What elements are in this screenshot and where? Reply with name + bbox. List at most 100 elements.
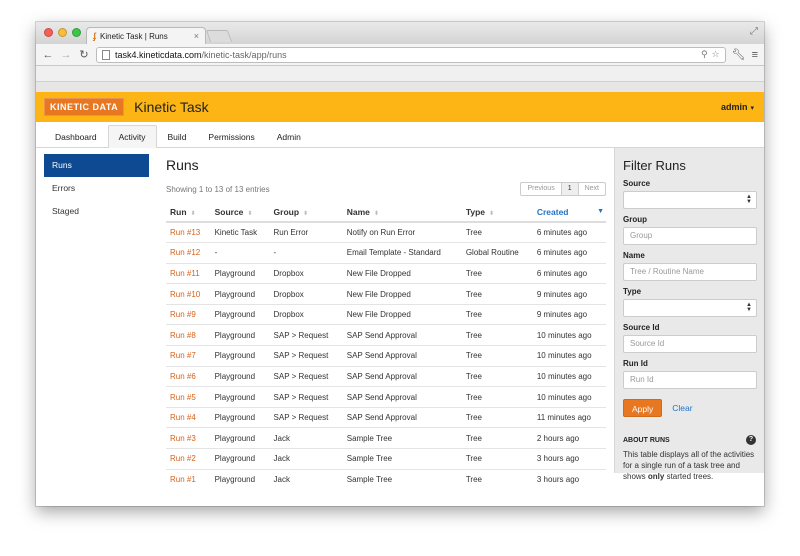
cell-run[interactable]: Run #10 bbox=[166, 283, 211, 305]
type-select[interactable]: ▲ ▼ bbox=[623, 299, 757, 317]
forward-arrow-icon[interactable]: → bbox=[60, 49, 72, 61]
tab-dashboard[interactable]: Dashboard bbox=[44, 125, 108, 147]
help-icon[interactable]: ? bbox=[746, 435, 756, 445]
pagination-next[interactable]: Next bbox=[577, 183, 605, 195]
cell-group: SAP > Request bbox=[269, 406, 343, 428]
close-window-icon[interactable] bbox=[44, 28, 53, 37]
minimize-window-icon[interactable] bbox=[58, 28, 67, 37]
sidebar-item-errors[interactable]: Errors bbox=[44, 177, 149, 200]
run-id-input[interactable]: Run Id bbox=[623, 371, 757, 389]
column-header-source[interactable]: Source ⬍ bbox=[210, 202, 270, 223]
pagination-previous[interactable]: Previous bbox=[521, 183, 560, 195]
reload-icon[interactable]: ↻ bbox=[78, 48, 90, 61]
cell-run[interactable]: Run #4 bbox=[166, 406, 211, 428]
column-header-run[interactable]: Run ⬍ bbox=[166, 202, 211, 223]
kinetic-data-logo[interactable]: KINETIC DATA bbox=[44, 98, 125, 116]
cell-name: SAP Send Approval bbox=[342, 345, 462, 367]
cell-group: Jack bbox=[269, 448, 343, 470]
wrench-icon[interactable]: 🔧︎ bbox=[732, 48, 746, 61]
cell-type: Tree bbox=[461, 303, 533, 325]
cell-run[interactable]: Run #12 bbox=[166, 242, 211, 264]
cell-run[interactable]: Run #3 bbox=[166, 427, 211, 449]
maximize-window-icon[interactable] bbox=[72, 28, 81, 37]
run-id-label: Run Id bbox=[623, 359, 648, 368]
column-header-type[interactable]: Type ⬍ bbox=[461, 202, 533, 223]
new-tab-button[interactable] bbox=[205, 30, 233, 42]
table-row: Run #13 Kinetic Task Run Error Notify on Ru… bbox=[166, 221, 606, 243]
cell-run[interactable]: Run #2 bbox=[166, 448, 211, 470]
cell-run[interactable]: Run #1 bbox=[166, 468, 211, 490]
cell-source: Playground bbox=[210, 324, 270, 346]
cell-source: Playground bbox=[210, 386, 270, 408]
fullscreen-icon[interactable]: ⤢ bbox=[750, 26, 758, 37]
cell-source: Playground bbox=[210, 262, 270, 284]
cell-run[interactable]: Run #7 bbox=[166, 345, 211, 367]
cell-group: Run Error bbox=[269, 221, 343, 243]
cell-created: 6 minutes ago bbox=[532, 262, 606, 284]
url-path: /kinetic-task/app/runs bbox=[201, 49, 287, 60]
table-row: Run #10 Playground Dropbox New File Dropped… bbox=[166, 283, 606, 305]
about-runs-header: ABOUT RUNS ? bbox=[623, 435, 756, 445]
cell-group: SAP > Request bbox=[269, 345, 343, 367]
cell-source: Kinetic Task bbox=[210, 221, 270, 243]
sidebar-item-runs[interactable]: Runs bbox=[44, 154, 149, 177]
app-title[interactable]: Kinetic Task bbox=[134, 99, 208, 115]
table-row: Run #3 Playground Jack Sample Tree Tree 2 hou… bbox=[166, 427, 606, 449]
cell-run[interactable]: Run #5 bbox=[166, 386, 211, 408]
pagination: Previous 1 Next bbox=[520, 182, 606, 196]
table-row: Run #1 Playground Jack Sample Tree Tree 3 hou… bbox=[166, 468, 606, 490]
cell-type: Tree bbox=[461, 262, 533, 284]
tab-activity[interactable]: Activity bbox=[107, 125, 157, 148]
source-id-input[interactable]: Source Id bbox=[623, 335, 757, 353]
cell-run[interactable]: Run #8 bbox=[166, 324, 211, 346]
url-host: task4.kineticdata.com bbox=[115, 49, 202, 60]
cell-type: Tree bbox=[461, 324, 533, 346]
cell-run[interactable]: Run #9 bbox=[166, 303, 211, 325]
page-icon bbox=[102, 49, 110, 60]
sidebar-item-staged[interactable]: Staged bbox=[44, 200, 149, 223]
table-row: Run #9 Playground Dropbox New File Dropped T… bbox=[166, 303, 606, 325]
table-row: Run #12- - Email Template - Standard Global… bbox=[166, 242, 606, 264]
cell-source: Playground bbox=[210, 468, 270, 490]
menu-icon[interactable]: ≡ bbox=[752, 49, 758, 61]
cell-run[interactable]: Run #6 bbox=[166, 365, 211, 387]
browser-titlebar: ʄ Kinetic Task | Runs × ⤢ bbox=[36, 22, 764, 44]
cell-type: Tree bbox=[461, 345, 533, 367]
clear-link[interactable]: Clear bbox=[672, 403, 692, 413]
search-icon[interactable]: ⚲ bbox=[701, 49, 708, 60]
name-input[interactable]: Tree / Routine Name bbox=[623, 263, 757, 281]
column-header-group[interactable]: Group ⬍ bbox=[269, 202, 343, 223]
cell-run[interactable]: Run #13 bbox=[166, 221, 211, 243]
source-select[interactable]: ▲ ▼ bbox=[623, 191, 757, 209]
address-bar[interactable]: task4.kineticdata.com /kinetic-task/app/… bbox=[96, 46, 726, 63]
cell-type: Tree bbox=[461, 427, 533, 449]
cell-created: 10 minutes ago bbox=[532, 345, 606, 367]
source-id-label: Source Id bbox=[623, 323, 660, 332]
cell-name: New File Dropped bbox=[342, 303, 462, 325]
cell-type: Tree bbox=[461, 386, 533, 408]
column-header-created[interactable]: Created ▼ bbox=[532, 202, 606, 223]
cell-created: 9 minutes ago bbox=[532, 283, 606, 305]
tab-close-icon[interactable]: × bbox=[194, 31, 199, 41]
cell-source: Playground bbox=[210, 448, 270, 470]
browser-tab[interactable]: ʄ Kinetic Task | Runs × bbox=[86, 27, 206, 44]
bookmark-star-icon[interactable]: ☆ bbox=[712, 49, 720, 60]
tab-build[interactable]: Build bbox=[157, 125, 198, 147]
source-label: Source bbox=[623, 179, 651, 188]
cell-group: Dropbox bbox=[269, 283, 343, 305]
user-menu[interactable]: admin ▾ bbox=[721, 102, 754, 112]
cell-run[interactable]: Run #11 bbox=[166, 262, 211, 284]
cell-name: Sample Tree bbox=[342, 448, 462, 470]
group-input[interactable]: Group bbox=[623, 227, 757, 245]
browser-toolbar: ← → ↻ task4.kineticdata.com /kinetic-tas… bbox=[36, 44, 764, 66]
sort-icon: ⬍ bbox=[303, 210, 309, 217]
pagination-page-1[interactable]: 1 bbox=[560, 183, 578, 195]
column-header-name[interactable]: Name ⬍ bbox=[342, 202, 462, 223]
tab-admin[interactable]: Admin bbox=[266, 125, 312, 147]
back-arrow-icon[interactable]: ← bbox=[42, 49, 54, 61]
tab-permissions[interactable]: Permissions bbox=[197, 125, 265, 147]
apply-button[interactable]: Apply bbox=[623, 399, 663, 417]
window-controls bbox=[44, 28, 81, 37]
cell-created: 3 hours ago bbox=[532, 448, 606, 470]
cell-name: Sample Tree bbox=[342, 427, 462, 449]
